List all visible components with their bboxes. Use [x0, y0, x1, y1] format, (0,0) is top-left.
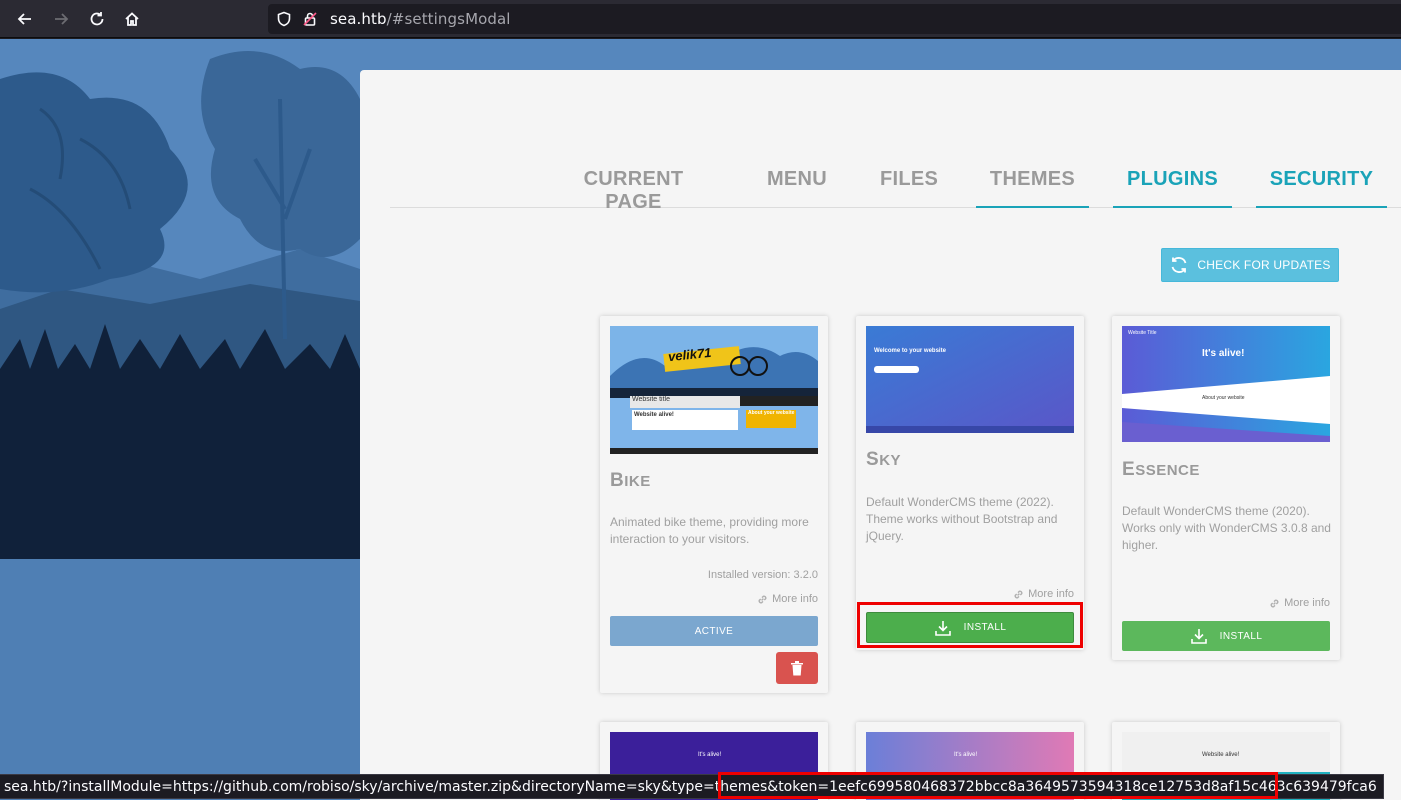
- thumb-site-title: Website title: [632, 396, 670, 403]
- thumb-alive-text: Website alive!: [634, 412, 674, 418]
- settings-modal: CURRENT PAGE MENU FILES THEMES PLUGINS S…: [360, 70, 1401, 800]
- theme-card-bike: velik71 Website title Website alive! Abo…: [600, 316, 828, 693]
- delete-theme-button[interactable]: [776, 652, 818, 684]
- thumb-welcome-text: Welcome to your website: [874, 348, 946, 354]
- check-for-updates-label: CHECK FOR UPDATES: [1197, 258, 1331, 272]
- thumb-about-text: About your website: [748, 410, 795, 416]
- link-icon: [1014, 590, 1023, 598]
- theme-thumbnail-essence: Website Title It's alive! About your web…: [1122, 326, 1330, 442]
- installed-version: Installed version: 3.2.0: [707, 569, 818, 581]
- theme-thumbnail-sky: Welcome to your website: [866, 326, 1074, 433]
- thumb-alive-text: It's alive!: [1202, 348, 1245, 359]
- reload-icon[interactable]: [85, 7, 109, 31]
- tab-themes[interactable]: THEMES: [976, 165, 1089, 208]
- tab-files[interactable]: FILES: [880, 165, 938, 208]
- theme-description-bike: Animated bike theme, providing more inte…: [610, 515, 809, 546]
- thumb-alive-text: It's alive!: [698, 752, 722, 758]
- status-url: sea.htb/?installModule=https://github.co…: [4, 779, 779, 795]
- more-info-link-bike[interactable]: More info: [757, 593, 818, 605]
- thumb-alive-text: Website alive!: [1202, 752, 1240, 758]
- tab-security[interactable]: SECURITY: [1256, 165, 1387, 208]
- thumb-site-text: Website Title: [1128, 330, 1157, 336]
- theme-title-bike: BIKE: [610, 470, 651, 491]
- theme-description-essence: Default WonderCMS theme (2020). Works on…: [1122, 504, 1331, 552]
- trash-icon: [791, 661, 803, 676]
- more-info-link-essence[interactable]: More info: [1269, 597, 1330, 609]
- theme-title-sky: SKY: [866, 449, 902, 470]
- tab-plugins[interactable]: PLUGINS: [1113, 165, 1232, 208]
- download-icon: [1190, 629, 1207, 644]
- active-button[interactable]: ACTIVE: [610, 616, 818, 646]
- browser-toolbar: sea.htb/#settingsModal: [0, 0, 1401, 38]
- check-for-updates-button[interactable]: CHECK FOR UPDATES: [1161, 248, 1339, 282]
- url-text: sea.htb/#settingsModal: [330, 10, 511, 28]
- back-arrow-icon[interactable]: [13, 7, 37, 31]
- thumb-alive-text: It's alive!: [954, 752, 978, 758]
- refresh-icon: [1172, 257, 1187, 273]
- theme-thumbnail-bike: velik71 Website title Website alive! Abo…: [610, 326, 818, 454]
- thumb-about-text: About your website: [1202, 395, 1245, 401]
- theme-title-essence: ESSENCE: [1122, 459, 1200, 480]
- install-essence-button[interactable]: INSTALL: [1122, 621, 1330, 651]
- link-icon: [1270, 599, 1279, 607]
- highlight-box-install: [857, 602, 1083, 648]
- url-bar[interactable]: sea.htb/#settingsModal: [268, 4, 1401, 34]
- theme-card-essence: Website Title It's alive! About your web…: [1112, 316, 1340, 660]
- theme-card-sky: Welcome to your website SKY Default Wond…: [856, 316, 1084, 650]
- home-icon[interactable]: [120, 7, 144, 31]
- insecure-lock-icon[interactable]: [302, 11, 318, 27]
- forward-arrow-icon[interactable]: [49, 7, 73, 31]
- settings-tabs: CURRENT PAGE MENU FILES THEMES PLUGINS S…: [390, 165, 1401, 213]
- url-host: sea.htb: [330, 10, 387, 28]
- shield-icon[interactable]: [276, 11, 292, 27]
- more-info-link-sky[interactable]: More info: [1013, 588, 1074, 600]
- highlight-box-token: [718, 772, 1278, 799]
- tab-current-page[interactable]: CURRENT PAGE: [553, 165, 714, 213]
- tab-menu[interactable]: MENU: [766, 165, 828, 208]
- theme-description-sky: Default WonderCMS theme (2022). Theme wo…: [866, 495, 1058, 543]
- url-path: /#settingsModal: [386, 10, 511, 28]
- link-icon: [758, 595, 767, 603]
